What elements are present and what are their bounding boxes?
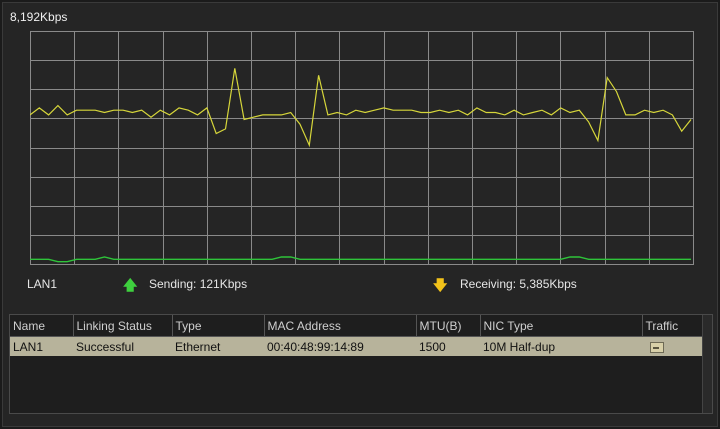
cell-mtu: 1500 — [416, 336, 480, 356]
cell-linking-status: Successful — [73, 336, 172, 356]
up-arrow-icon: 🡅 — [123, 277, 138, 293]
table-scrollbar[interactable] — [702, 315, 712, 413]
traffic-chart — [30, 31, 694, 265]
receiving-rate-label: Receiving: 5,385Kbps — [460, 277, 577, 291]
cell-traffic — [642, 336, 702, 356]
column-header-mtu[interactable]: MTU(B) — [416, 315, 481, 337]
column-header-type[interactable]: Type — [172, 315, 265, 337]
cell-mac-address: 00:40:48:99:14:89 — [264, 336, 416, 356]
down-arrow-icon: 🡇 — [433, 277, 448, 293]
chart-scale-label: 8,192Kbps — [10, 10, 68, 24]
table-header-row: Name Linking Status Type MAC Address MTU… — [10, 315, 702, 337]
column-header-name[interactable]: Name — [10, 315, 74, 337]
table-row[interactable]: LAN1 Successful Ethernet 00:40:48:99:14:… — [10, 336, 702, 356]
cell-nic-type: 10M Half-dup — [480, 336, 642, 356]
sending-series-line — [30, 256, 691, 263]
cell-type: Ethernet — [172, 336, 264, 356]
cell-name: LAN1 — [10, 336, 73, 356]
receiving-series-line — [30, 68, 692, 148]
column-header-linking-status[interactable]: Linking Status — [73, 315, 173, 337]
traffic-graph-icon[interactable] — [650, 341, 664, 353]
sending-rate-label: Sending: 121Kbps — [149, 277, 248, 291]
network-traffic-panel: 8,192Kbps LAN1 🡅 Sending: 121Kbps 🡇 Rece… — [2, 2, 718, 427]
legend-interface-name: LAN1 — [27, 277, 58, 291]
nic-table: Name Linking Status Type MAC Address MTU… — [9, 314, 713, 414]
column-header-nic-type[interactable]: NIC Type — [480, 315, 643, 337]
chart-legend: LAN1 🡅 Sending: 121Kbps 🡇 Receiving: 5,3… — [3, 273, 719, 297]
column-header-mac-address[interactable]: MAC Address — [264, 315, 417, 337]
column-header-traffic[interactable]: Traffic — [642, 315, 702, 337]
